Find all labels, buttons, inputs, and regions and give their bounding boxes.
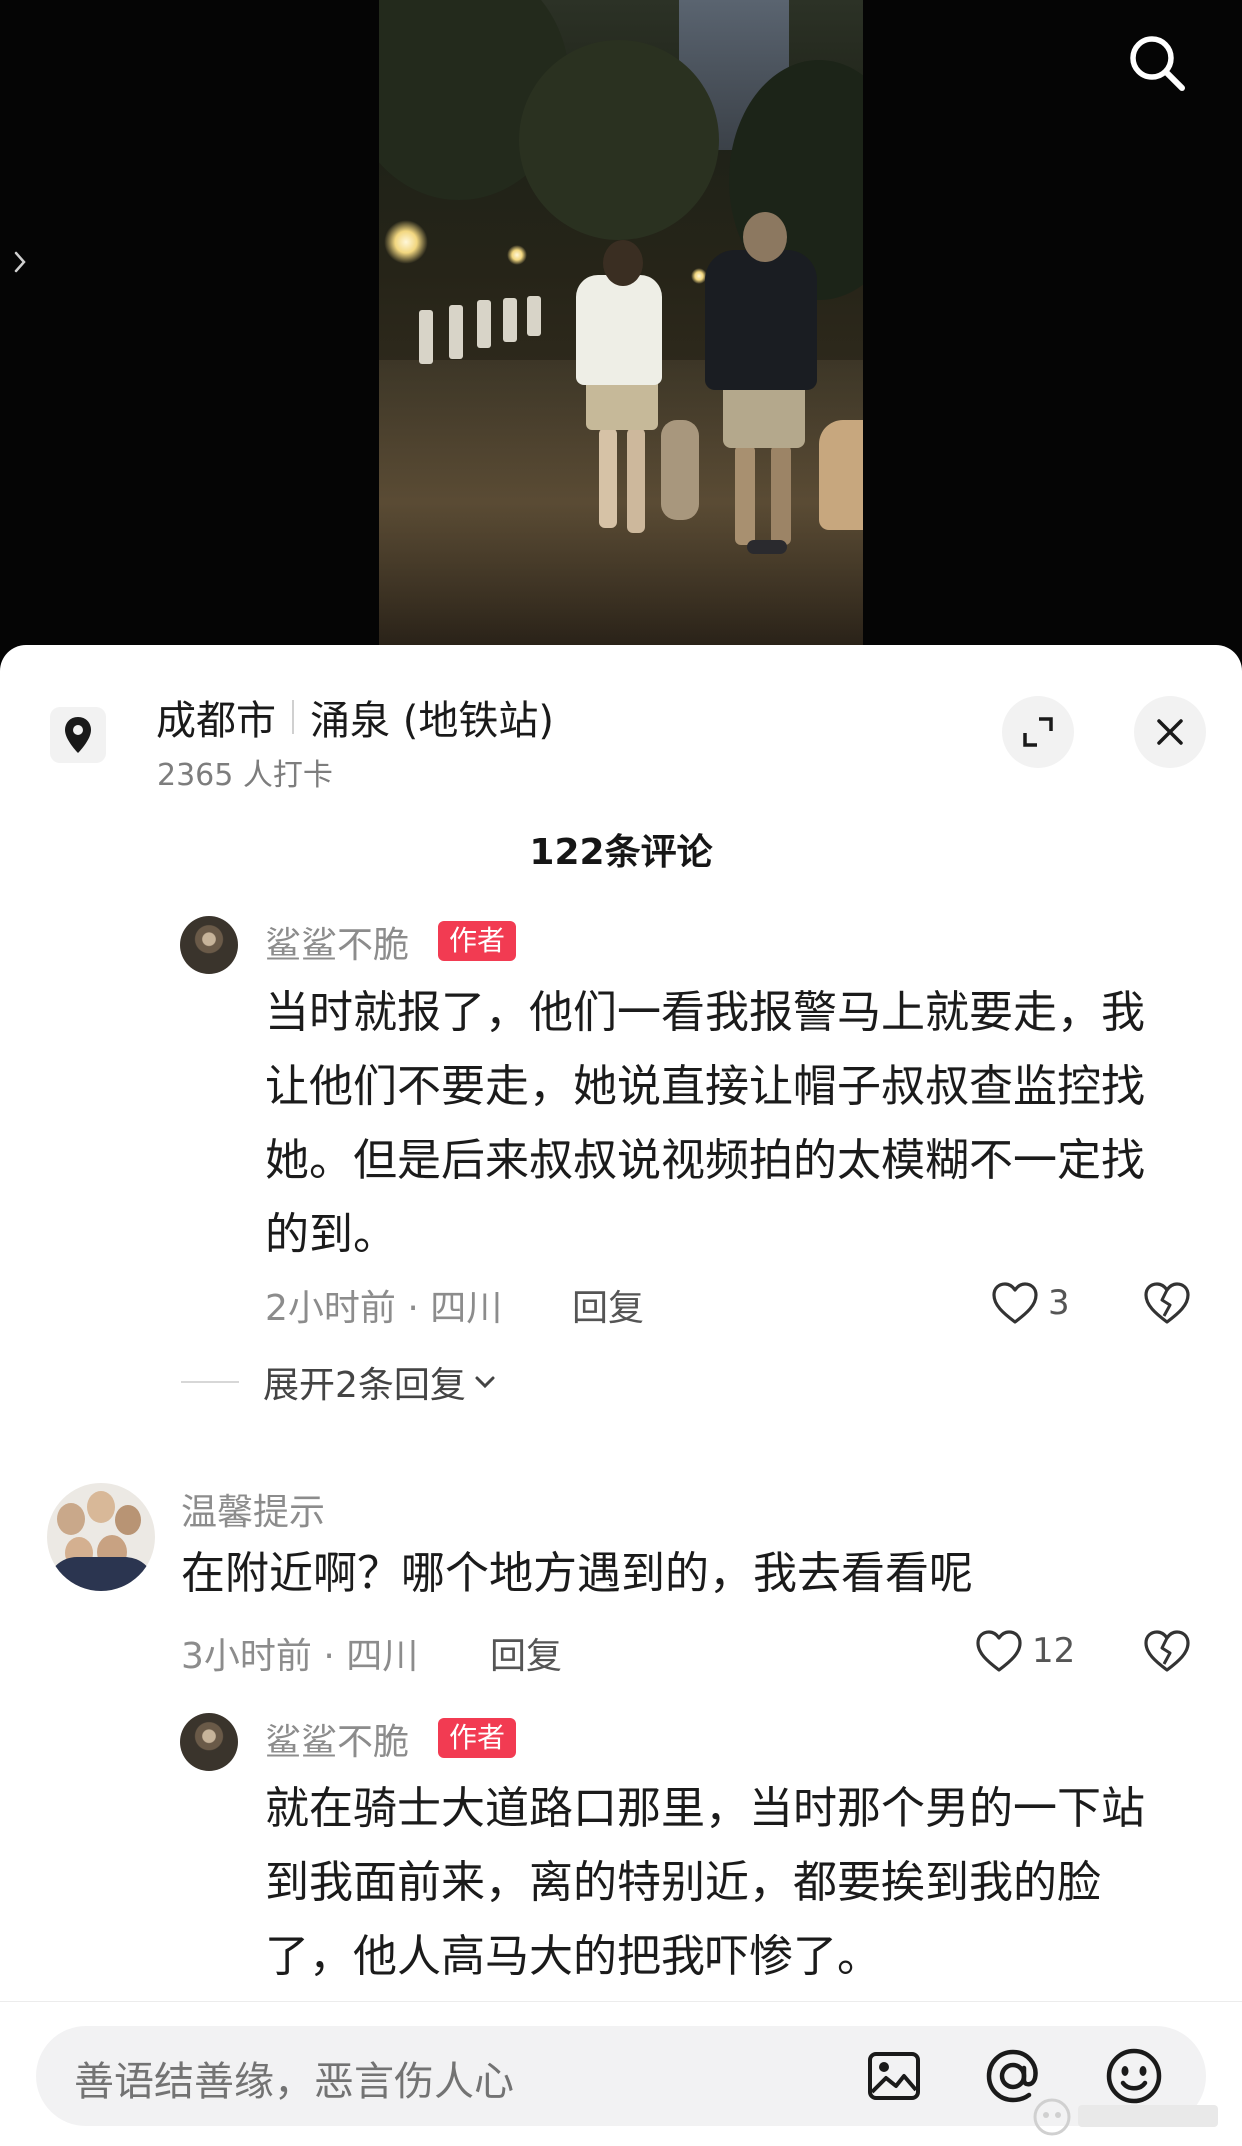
chevron-down-icon — [475, 1376, 495, 1389]
avatar[interactable] — [180, 1713, 238, 1771]
video-dog — [661, 420, 699, 520]
location-title[interactable]: 成都市 涌泉 (地铁站) — [156, 689, 554, 745]
avatar-face — [115, 1505, 141, 1535]
like-count: 12 — [1032, 1631, 1076, 1671]
avatar-face — [57, 1503, 85, 1535]
avatar[interactable] — [180, 916, 238, 974]
dislike-button[interactable] — [1140, 1276, 1194, 1330]
image-button[interactable] — [862, 2044, 926, 2108]
video-person — [603, 240, 643, 286]
comment-text[interactable]: 在附近啊？哪个地方遇到的，我去看看呢 — [181, 1537, 1181, 1611]
video-person — [576, 275, 662, 385]
avatar[interactable] — [47, 1483, 155, 1591]
video-person — [599, 428, 617, 528]
video-person — [705, 250, 817, 390]
comments-count-title: 122条评论 — [529, 832, 713, 873]
image-icon — [868, 2052, 920, 2100]
comment-author-name[interactable]: 鲨鲨不脆 — [265, 916, 409, 968]
watermark-logo — [1030, 2095, 1230, 2139]
close-icon — [1157, 719, 1183, 745]
location-place: 涌泉 (地铁站) — [310, 698, 554, 744]
search-icon — [1130, 36, 1185, 91]
video-barrier — [419, 310, 433, 364]
expand-replies[interactable]: 展开2条回复 — [181, 1357, 500, 1407]
author-badge: 作者 — [438, 921, 517, 961]
video-barrier — [477, 300, 491, 348]
video-person — [627, 428, 645, 533]
comment-text[interactable]: 就在骑士大道路口那里，当时那个男的一下站到我面前来，离的特别近，都要挨到我的脸了… — [265, 1772, 1177, 1994]
video-person — [743, 212, 787, 262]
divider — [181, 1381, 239, 1383]
checkin-count: 2365 人打卡 — [157, 758, 333, 793]
dislike-button[interactable] — [1140, 1624, 1194, 1678]
author-badge: 作者 — [438, 1718, 517, 1758]
video-barrier — [527, 296, 541, 336]
location-pin-icon[interactable] — [50, 707, 106, 763]
close-button[interactable] — [1134, 696, 1206, 768]
comment-meta: 2小时前 · 四川 — [265, 1288, 503, 1329]
avatar-clothes — [47, 1557, 155, 1591]
search-button[interactable] — [1122, 28, 1192, 98]
video-barrier — [503, 298, 517, 342]
video-barrier — [449, 305, 463, 359]
video-shoe — [747, 540, 787, 554]
comment-author-name[interactable]: 温馨提示 — [181, 1483, 325, 1535]
video-person — [735, 445, 755, 545]
expand-replies-label: 展开2条回复 — [263, 1365, 466, 1406]
avatar-face — [87, 1491, 115, 1523]
video-player[interactable] — [0, 0, 1242, 660]
reply-button[interactable]: 回复 — [490, 1627, 562, 1679]
chevron-right-icon[interactable] — [8, 244, 32, 280]
divider — [292, 700, 294, 734]
comment-author-name[interactable]: 鲨鲨不脆 — [265, 1713, 409, 1765]
comment-meta: 3小时前 · 四川 — [181, 1636, 419, 1677]
broken-heart-icon — [1144, 1282, 1190, 1324]
broken-heart-icon — [1144, 1630, 1190, 1672]
heart-icon — [976, 1630, 1022, 1672]
comment-input-placeholder: 善语结善缘，恶言伤人心 — [74, 2059, 514, 2105]
video-person — [771, 445, 791, 545]
location-city: 成都市 — [156, 698, 276, 744]
video-dog — [819, 420, 863, 530]
comment-text[interactable]: 当时就报了，他们一看我报警马上就要走，我让他们不要走，她说直接让帽子叔叔查监控找… — [265, 976, 1177, 1272]
video-tree — [519, 40, 719, 240]
video-frame — [379, 0, 863, 645]
like-button[interactable]: 3 — [990, 1276, 1070, 1330]
video-street-light — [384, 220, 428, 264]
fullscreen-icon — [1023, 717, 1053, 747]
heart-icon — [992, 1282, 1038, 1324]
comment-sheet: 成都市 涌泉 (地铁站) 2365 人打卡 122条评论 鲨鲨不脆 作者 当时就… — [0, 645, 1242, 2146]
video-street-light — [507, 245, 527, 265]
like-button[interactable]: 12 — [974, 1624, 1075, 1678]
like-count: 3 — [1048, 1283, 1070, 1323]
fullscreen-button[interactable] — [1002, 696, 1074, 768]
reply-button[interactable]: 回复 — [572, 1279, 644, 1331]
